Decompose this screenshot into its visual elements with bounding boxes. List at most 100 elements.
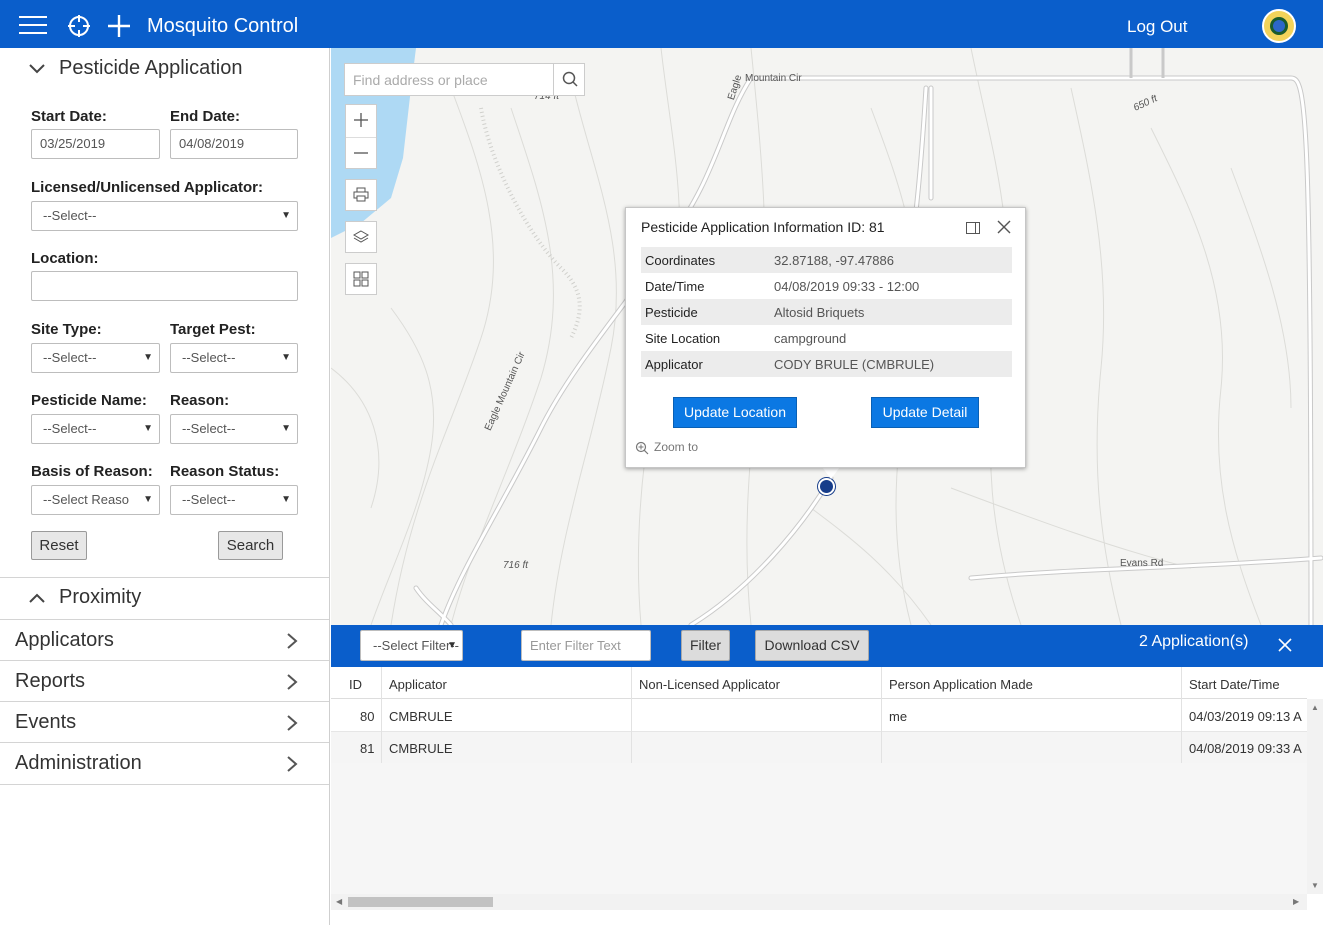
map-view[interactable]: Mountain Cir Eagle Eagle Mountain Cir 71… (331, 48, 1323, 625)
search-button[interactable]: Search (218, 531, 283, 560)
site-type-label: Site Type: (31, 321, 102, 338)
search-icon (562, 71, 578, 87)
applicator-label: Licensed/Unlicensed Applicator: (31, 179, 263, 196)
zoom-in-button[interactable] (346, 105, 376, 137)
zoom-out-button[interactable] (346, 138, 376, 169)
pesticide-name-select[interactable]: --Select-- ▼ (31, 414, 160, 444)
nav-item-label: Applicators (15, 629, 114, 651)
scroll-up-icon[interactable]: ▲ (1311, 703, 1319, 712)
nav-item-reports[interactable]: Reports (0, 661, 329, 702)
basis-select[interactable]: --Select Reaso ▼ (31, 485, 160, 515)
vertical-scrollbar[interactable]: ▲ ▼ (1307, 699, 1323, 894)
chevron-right-icon (287, 756, 298, 772)
divider (0, 784, 329, 785)
close-icon[interactable] (997, 220, 1011, 234)
target-pest-select[interactable]: --Select-- ▼ (170, 343, 298, 373)
zoom-to-link[interactable]: Zoom to (635, 440, 698, 455)
attribute-key: Site Location (645, 331, 721, 346)
nav-item-label: Administration (15, 752, 142, 774)
nav-item-administration[interactable]: Administration (0, 743, 329, 784)
attribute-key: Coordinates (645, 253, 716, 268)
column-header-person[interactable]: Person Application Made (889, 677, 1033, 692)
filter-text-input[interactable]: Enter Filter Text (521, 630, 651, 661)
basemap-grid-icon (353, 271, 369, 287)
dock-icon[interactable] (966, 222, 980, 234)
table-row[interactable]: 80 CMBRULE me 04/03/2019 09:13 A (331, 700, 1307, 732)
layers-icon (353, 230, 369, 243)
map-search-input[interactable]: Find address or place (353, 72, 488, 88)
plus-icon (354, 113, 368, 127)
column-header-start-date[interactable]: Start Date/Time (1189, 677, 1280, 692)
nav-item-applicators[interactable]: Applicators (0, 620, 329, 661)
column-divider (1181, 667, 1182, 763)
chevron-right-icon (287, 715, 298, 731)
scroll-left-icon[interactable]: ◀ (336, 897, 342, 906)
close-icon[interactable] (1278, 638, 1292, 652)
reset-button[interactable]: Reset (31, 531, 87, 560)
attribute-key: Pesticide (645, 305, 698, 320)
map-search-box: Find address or place (344, 63, 585, 96)
scroll-down-icon[interactable]: ▼ (1311, 881, 1319, 890)
app-title: Mosquito Control (147, 15, 299, 37)
scrollbar-thumb[interactable] (348, 897, 493, 907)
download-csv-button[interactable]: Download CSV (755, 630, 869, 661)
menu-icon[interactable] (19, 16, 47, 36)
info-popup: Pesticide Application Information ID: 81… (625, 207, 1026, 468)
grid-footer (331, 910, 1323, 925)
applications-grid: ID Applicator Non-Licensed Applicator Pe… (331, 667, 1323, 925)
column-header-id[interactable]: ID (349, 677, 362, 692)
application-marker[interactable] (818, 478, 835, 495)
dropdown-arrow-icon: ▼ (281, 352, 291, 363)
layers-button[interactable] (345, 221, 377, 253)
add-icon[interactable] (106, 13, 132, 39)
cell-start-date: 04/08/2019 09:33 A (1189, 741, 1302, 756)
attribute-row: Coordinates 32.87188, -97.47886 (641, 247, 1012, 273)
nav-item-label: Reports (15, 670, 86, 692)
pesticide-section-title: Pesticide Application (59, 57, 243, 79)
location-input[interactable] (31, 271, 298, 301)
popup-pointer (822, 467, 840, 479)
filter-select[interactable]: --Select Filter-- ▼ (360, 630, 463, 661)
update-location-button[interactable]: Update Location (673, 397, 797, 428)
filter-button[interactable]: Filter (681, 630, 730, 661)
target-pest-select-value: --Select-- (182, 350, 236, 365)
reason-status-select[interactable]: --Select-- ▼ (170, 485, 298, 515)
dropdown-arrow-icon: ▼ (143, 352, 153, 363)
applicator-select-value: --Select-- (43, 208, 97, 223)
reason-select[interactable]: --Select-- ▼ (170, 414, 298, 444)
print-button[interactable] (345, 179, 377, 211)
proximity-section-header[interactable]: Proximity (0, 577, 329, 619)
map-search-button[interactable] (553, 64, 586, 95)
end-date-label: End Date: (170, 108, 241, 125)
end-date-input[interactable]: 04/08/2019 (170, 129, 298, 159)
chevron-down-icon (29, 64, 45, 74)
pesticide-section-header[interactable]: Pesticide Application (0, 48, 329, 90)
zoom-in-icon (635, 441, 649, 455)
attribute-value: 32.87188, -97.47886 (774, 253, 894, 268)
map-road-label: Evans Rd (1120, 558, 1164, 569)
attribute-table: Coordinates 32.87188, -97.47886 Date/Time… (641, 247, 1012, 377)
logout-link[interactable]: Log Out (1127, 17, 1188, 37)
printer-icon (353, 187, 369, 202)
proximity-section-title: Proximity (59, 586, 142, 608)
location-label: Location: (31, 250, 99, 267)
reason-select-value: --Select-- (182, 421, 236, 436)
column-header-non-licensed[interactable]: Non-Licensed Applicator (639, 677, 780, 692)
update-detail-button[interactable]: Update Detail (871, 397, 979, 428)
horizontal-scrollbar[interactable]: ◀ ▶ (331, 894, 1307, 910)
dropdown-arrow-icon: ▼ (281, 210, 291, 221)
nav-item-events[interactable]: Events (0, 702, 329, 743)
scroll-right-icon[interactable]: ▶ (1293, 897, 1299, 906)
zoom-to-label: Zoom to (654, 440, 699, 454)
table-row[interactable]: 81 CMBRULE 04/08/2019 09:33 A (331, 732, 1307, 764)
chevron-up-icon (29, 593, 45, 603)
locate-crosshair-icon[interactable] (67, 14, 91, 38)
applicator-select[interactable]: --Select-- ▼ (31, 201, 298, 231)
column-header-applicator[interactable]: Applicator (389, 677, 447, 692)
start-date-label: Start Date: (31, 108, 107, 125)
basemap-gallery-button[interactable] (345, 263, 377, 295)
attribute-value: 04/08/2019 09:33 - 12:00 (774, 279, 920, 294)
start-date-input[interactable]: 03/25/2019 (31, 129, 160, 159)
site-type-select[interactable]: --Select-- ▼ (31, 343, 160, 373)
attribute-row: Pesticide Altosid Briquets (641, 299, 1012, 325)
